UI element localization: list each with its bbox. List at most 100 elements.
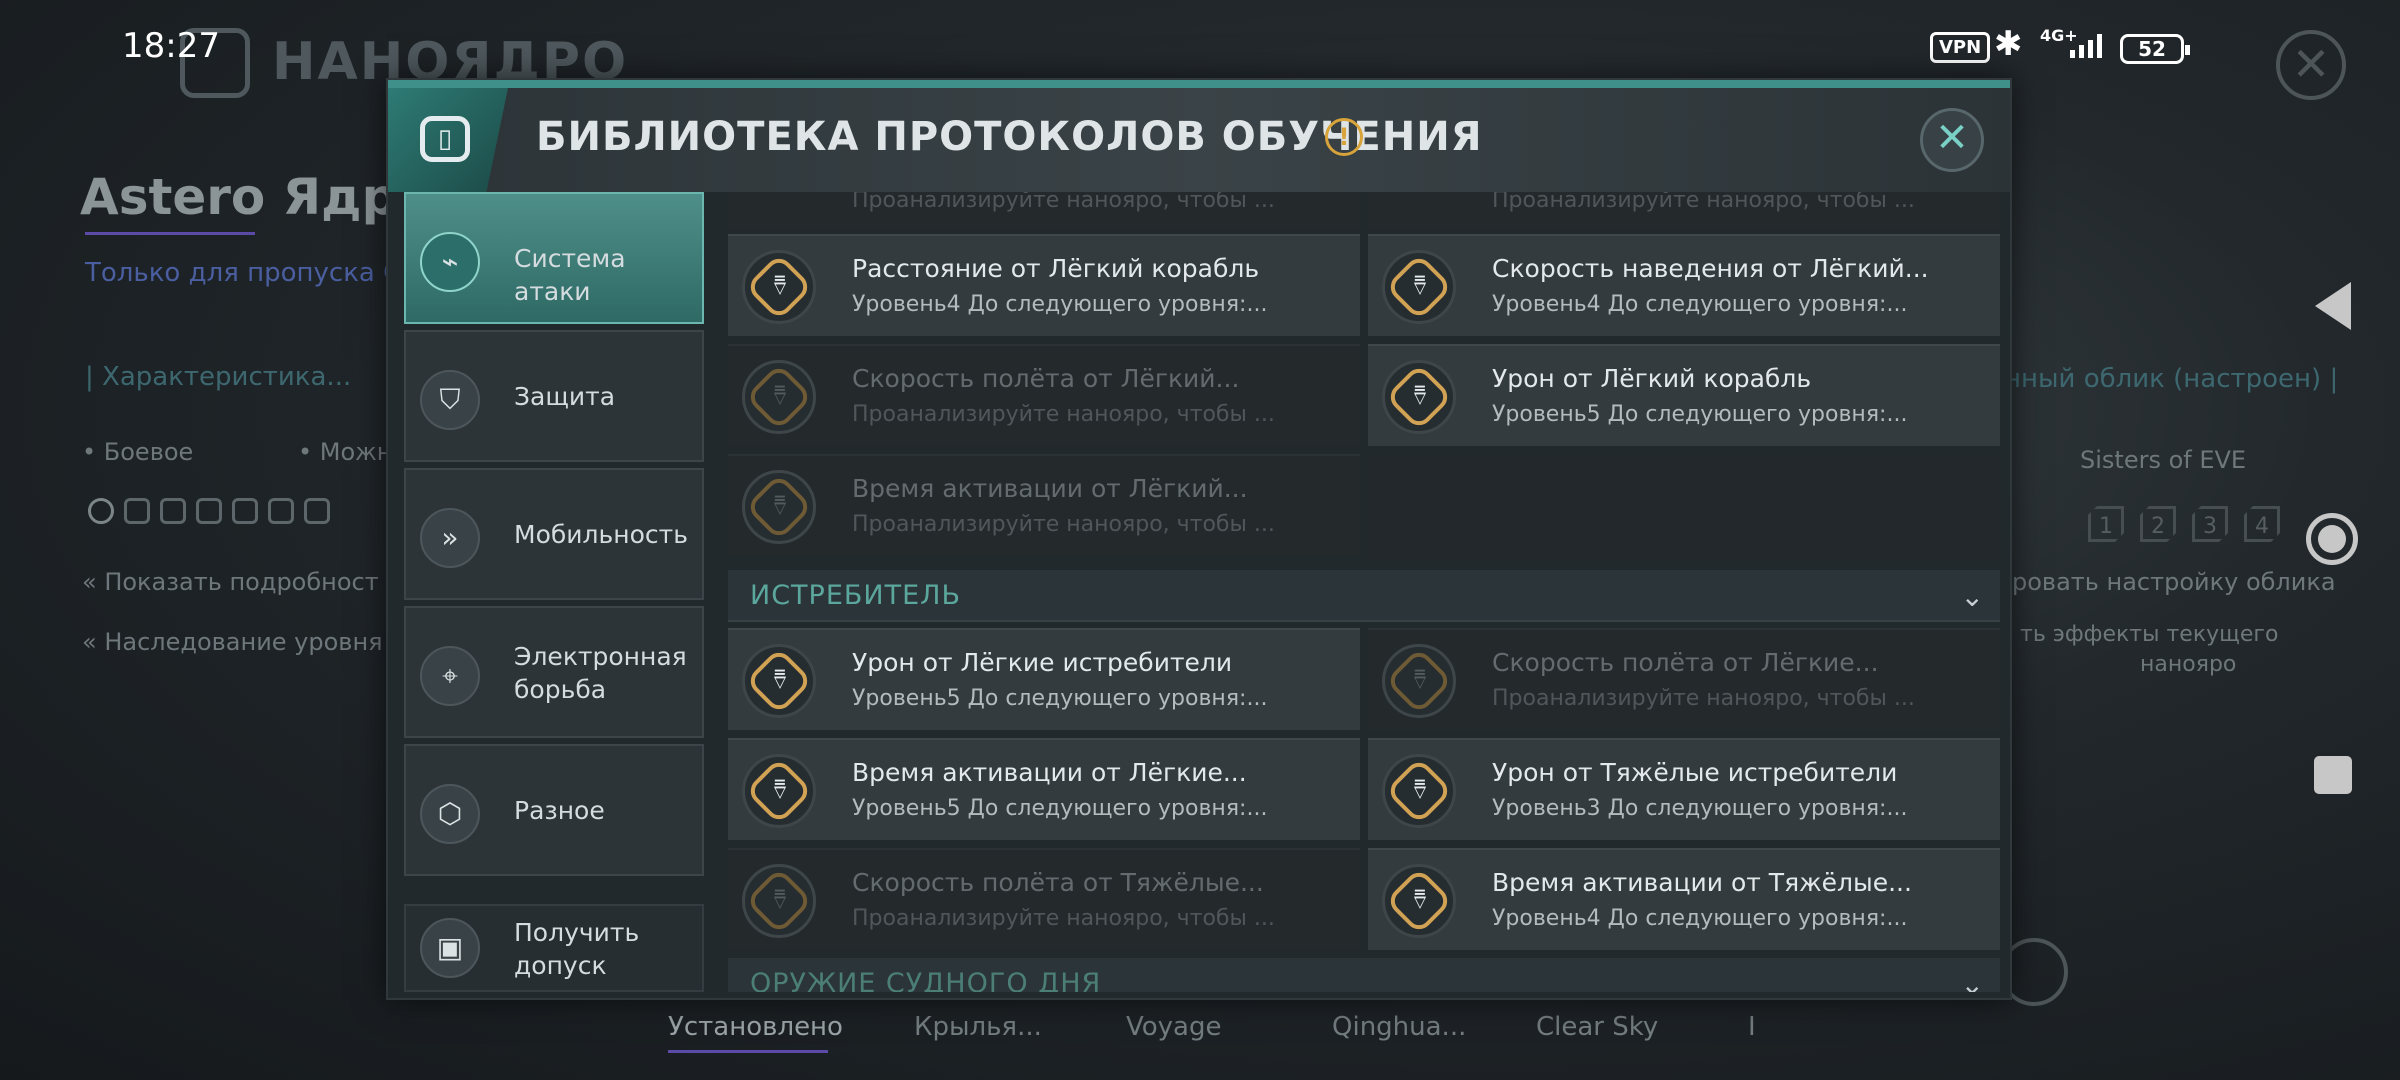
card-subtitle: Уровень5 До следующего уровня:... <box>852 796 1268 821</box>
protocol-card[interactable]: ≡ ▽ Время активации от Лёгкие... Уровень5… <box>728 738 1360 840</box>
bg-tab-more[interactable]: I <box>1748 1012 1756 1042</box>
protocol-icon: ≡ ▽ <box>742 644 816 718</box>
card-title: Скорость полёта от Лёгкие... <box>1492 648 1879 677</box>
battery-icon: 52 <box>2120 34 2190 64</box>
card-subtitle: Проанализируйте нанояро, чтобы ... <box>852 402 1275 427</box>
protocol-icon: ≡ ▽ <box>1382 360 1456 434</box>
bg-effects-1: ть эффекты текущего <box>2020 622 2279 647</box>
card-title: Скорость полёта от Тяжёлые... <box>852 868 1264 897</box>
sidebar-item-mobility[interactable]: » Мобильность <box>404 468 704 600</box>
bluetooth-icon: ✱ <box>1994 24 2023 64</box>
bg-ship-underline <box>85 232 255 235</box>
card-title: Время активации от Тяжёлые... <box>1492 868 1912 897</box>
protocol-card[interactable]: Проанализируйте нанояро, чтобы ... <box>1368 192 2000 230</box>
cube-icon: ⬡ <box>420 784 480 844</box>
sidebar-item-attack[interactable]: ⌁ Система атаки <box>404 192 704 324</box>
card-subtitle: Уровень5 До следующего уровня:... <box>852 686 1268 711</box>
sidebar-item-misc[interactable]: ⬡ Разное <box>404 744 704 876</box>
section-header-fighter[interactable]: ИСТРЕБИТЕЛЬ ⌄ <box>728 570 2000 622</box>
sidebar-item-label: Мобильность <box>514 520 688 549</box>
section-title: ОРУЖИЕ СУДНОГО ДНЯ <box>750 968 1102 992</box>
bg-inherit-level[interactable]: « Наследование уровня <box>82 628 383 656</box>
protocol-icon: ≡ ▽ <box>742 360 816 434</box>
protocol-icon: ≡ ▽ <box>742 250 816 324</box>
bg-skin-tuned: нный облик (настроен) | <box>2004 364 2339 394</box>
protocol-card[interactable]: ≡ ▽ Время активации от Лёгкий... Проанали… <box>728 454 1360 556</box>
section-header-doomsday[interactable]: ОРУЖИЕ СУДНОГО ДНЯ ⌄ <box>728 958 2000 992</box>
bg-combat: • Боевое <box>82 438 194 466</box>
bg-show-details[interactable]: « Показать подробност <box>82 568 379 596</box>
card-subtitle: Уровень5 До следующего уровня:... <box>1492 402 1908 427</box>
bg-tab-installed[interactable]: Установлено <box>668 1012 843 1042</box>
protocol-card[interactable]: ≡ ▽ Урон от Лёгкие истребители Уровень5 Д… <box>728 628 1360 730</box>
card-title: Скорость наведения от Лёгкий... <box>1492 254 1929 283</box>
vpn-icon: VPN <box>1930 32 1991 63</box>
protocol-card[interactable]: ≡ ▽ Время активации от Тяжёлые... Уровень… <box>1368 848 2000 950</box>
protocol-card[interactable]: ≡ ▽ Урон от Тяжёлые истребители Уровень3 … <box>1368 738 2000 840</box>
book-icon: ▯ <box>388 88 508 192</box>
chevron-down-icon[interactable]: ⌄ <box>1961 580 1984 613</box>
empty-slot <box>1368 454 2000 560</box>
card-subtitle: Проанализируйте нанояро, чтобы ... <box>852 512 1275 537</box>
nav-home-button[interactable] <box>2306 513 2358 565</box>
close-button[interactable]: ✕ <box>1920 108 1984 172</box>
dialog-accent-line <box>388 80 2010 88</box>
bg-tab-underline <box>668 1050 828 1053</box>
card-subtitle: Уровень4 До следующего уровня:... <box>1492 292 1908 317</box>
sidebar-item-label: Защита <box>514 382 616 411</box>
protocol-icon: ≡ ▽ <box>1382 250 1456 324</box>
card-subtitle: Проанализируйте нанояро, чтобы ... <box>852 906 1275 931</box>
bg-tab-voyage[interactable]: Voyage <box>1126 1012 1222 1042</box>
sidebar-item-label: Электронная борьба <box>514 642 687 704</box>
get-access-button[interactable]: ▣ Получить допуск <box>404 904 704 992</box>
protocol-card[interactable]: ≡ ▽ Скорость полёта от Лёгкие... Проанали… <box>1368 628 2000 730</box>
category-sidebar: ⌁ Система атаки ⛉ Защита » Мобильность ⌖… <box>404 192 704 992</box>
protocol-card[interactable]: ≡ ▽ Скорость полёта от Лёгкий... Проанали… <box>728 344 1360 446</box>
card-subtitle: Уровень4 До следующего уровня:... <box>1492 906 1908 931</box>
protocol-icon: ≡ ▽ <box>1382 754 1456 828</box>
card-title: Урон от Лёгкие истребители <box>852 648 1233 677</box>
clock: 18:27 <box>122 26 220 66</box>
card-title: Скорость полёта от Лёгкий... <box>852 364 1240 393</box>
bg-level-dots <box>88 498 330 524</box>
protocol-card[interactable]: ≡ ▽ Скорость наведения от Лёгкий... Урове… <box>1368 234 2000 336</box>
bg-tab-clear-sky[interactable]: Clear Sky <box>1536 1012 1658 1042</box>
card-subtitle: Уровень3 До следующего уровня:... <box>1492 796 1908 821</box>
nav-recents-button[interactable] <box>2314 756 2352 794</box>
bg-skin-setting[interactable]: ровать настройку облика <box>2012 568 2336 596</box>
bg-sisters: Sisters of EVE <box>2080 446 2247 474</box>
bg-effects-2: нанояро <box>2140 652 2237 677</box>
card-title: Урон от Лёгкий корабль <box>1492 364 1812 393</box>
protocol-card[interactable]: ≡ ▽ Расстояние от Лёгкий корабль Уровень4… <box>728 234 1360 336</box>
get-access-label: Получить допуск <box>514 918 640 980</box>
sidebar-item-electronic-warfare[interactable]: ⌖ Электронная борьба <box>404 606 704 738</box>
bg-tab-wings[interactable]: Крылья... <box>914 1012 1042 1042</box>
dialog-header: ▯ БИБЛИОТЕКА ПРОТОКОЛОВ ОБУЧЕНИЯ ! ✕ <box>388 88 2010 192</box>
electronic-warfare-icon: ⌖ <box>420 646 480 706</box>
section-title: ИСТРЕБИТЕЛЬ <box>750 580 961 611</box>
protocol-icon: ≡ ▽ <box>742 754 816 828</box>
protocol-icon: ≡ ▽ <box>742 864 816 938</box>
protocol-card[interactable]: ≡ ▽ Скорость полёта от Тяжёлые... Проанал… <box>728 848 1360 950</box>
sidebar-item-label: Система атаки <box>514 244 626 306</box>
bg-level-badges: 1234 <box>2088 506 2280 542</box>
protocol-card[interactable]: ≡ ▽ Урон от Лёгкий корабль Уровень5 До сл… <box>1368 344 2000 446</box>
chevron-down-icon[interactable]: ⌄ <box>1961 968 1984 992</box>
card-subtitle: Проанализируйте нанояро, чтобы ... <box>1492 192 1915 213</box>
card-title: Урон от Тяжёлые истребители <box>1492 758 1898 787</box>
bg-characteristic: | Характеристика... <box>85 362 352 392</box>
shield-icon: ⛉ <box>420 370 480 430</box>
mobility-icon: » <box>420 508 480 568</box>
attack-icon: ⌁ <box>420 232 480 292</box>
protocol-list: Проанализируйте нанояро, чтобы ... Проан… <box>728 192 2000 992</box>
access-icon: ▣ <box>420 918 480 978</box>
info-icon[interactable]: ! <box>1325 118 1363 156</box>
nav-back-button[interactable] <box>2315 282 2351 330</box>
card-title: Время активации от Лёгкий... <box>852 474 1248 503</box>
bg-pass-note: Только для пропуска СО <box>85 258 422 288</box>
bg-can: • Можн <box>298 438 393 466</box>
protocol-icon: ≡ ▽ <box>742 470 816 544</box>
sidebar-item-defense[interactable]: ⛉ Защита <box>404 330 704 462</box>
bg-tab-qinghua[interactable]: Qinghua... <box>1332 1012 1466 1042</box>
protocol-card[interactable]: Проанализируйте нанояро, чтобы ... <box>728 192 1360 230</box>
